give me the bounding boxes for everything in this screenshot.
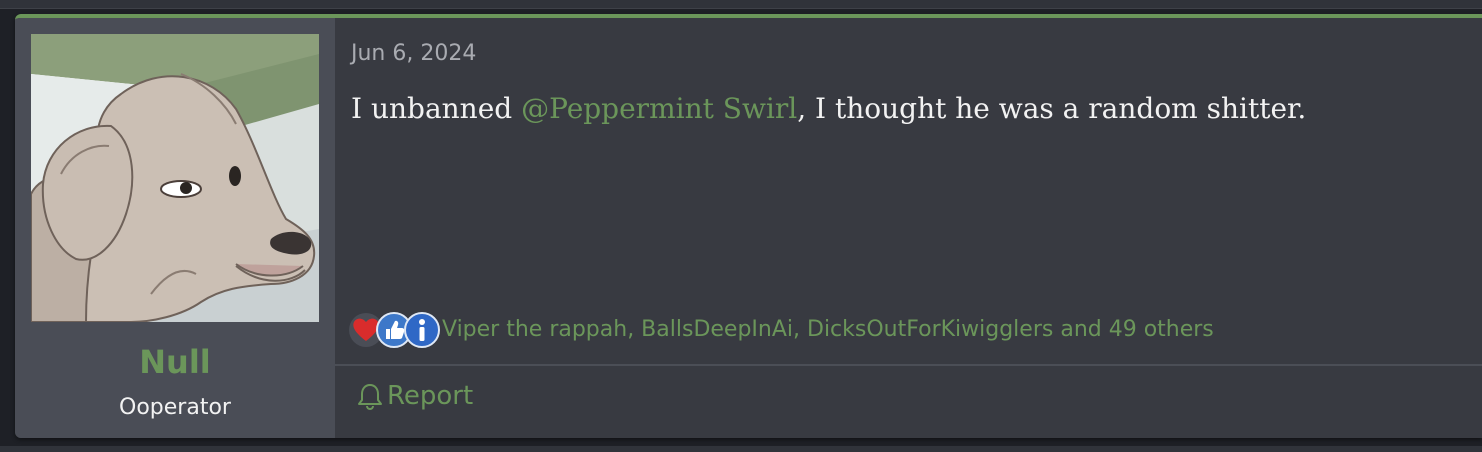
post-date[interactable]: Jun 6, 2024 [351,40,476,68]
user-avatar[interactable] [31,34,319,322]
post-user-column: Null Ooperator [15,18,335,438]
post-footer-divider [335,364,1482,366]
bell-icon [358,384,382,410]
forum-post: Null Ooperator Jun 6, 2024 I unbanned @P… [15,14,1482,438]
report-label: Report [387,381,474,411]
reaction-users-link[interactable]: Viper the rappah, BallsDeepInAi, DicksOu… [442,316,1214,344]
post-main: Jun 6, 2024 I unbanned @Peppermint Swirl… [335,18,1482,438]
message-text-prefix: I unbanned [351,92,522,125]
post-message: I unbanned @Peppermint Swirl, I thought … [351,90,1451,128]
user-title: Ooperator [119,395,231,420]
user-mention-link[interactable]: @Peppermint Swirl [521,92,797,125]
reactions-bar: Viper the rappah, BallsDeepInAi, DicksOu… [348,311,1214,349]
username[interactable]: Null [15,342,335,382]
message-text-suffix: , I thought he was a random shitter. [797,92,1307,125]
dog-avatar-image [31,34,319,322]
next-post-edge [0,446,1482,452]
report-button[interactable]: Report [357,380,473,412]
previous-post-edge [0,0,1482,9]
informative-icon[interactable] [404,312,440,348]
reaction-icons[interactable] [348,312,440,348]
